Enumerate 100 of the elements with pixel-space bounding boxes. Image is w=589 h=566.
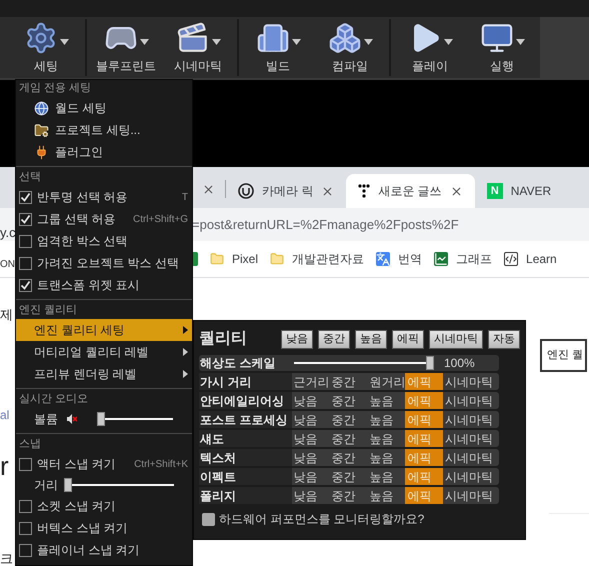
toolbar-icon: [256, 21, 290, 55]
preset-button[interactable]: 낮음: [281, 330, 313, 348]
address-text[interactable]: =post&returnURL=%2Fmanage%2Fposts%2F: [192, 214, 459, 234]
menu-label[interactable]: 플레이너 스냅 켜기: [37, 541, 140, 559]
menu-icon: [34, 100, 49, 116]
shortcut-text: Ctrl+Shift+K: [134, 458, 188, 472]
slider-thumb[interactable]: [426, 356, 434, 370]
quality-option[interactable]: 시네마틱: [443, 411, 499, 428]
toolbar-button[interactable]: 플레이: [394, 17, 466, 78]
quality-option[interactable]: 시네마틱: [443, 392, 499, 409]
preset-button[interactable]: 자동: [488, 330, 520, 348]
checkbox[interactable]: [202, 512, 215, 526]
quality-option[interactable]: 중간: [330, 392, 368, 409]
engine-quality-button[interactable]: 엔진 퀄: [540, 339, 588, 372]
slider[interactable]: [294, 356, 434, 370]
checkbox[interactable]: [19, 522, 32, 534]
quality-option[interactable]: 높음: [367, 411, 406, 428]
quality-option[interactable]: 높음: [367, 449, 406, 466]
quality-option[interactable]: 중간: [330, 487, 368, 504]
checkbox[interactable]: [19, 278, 32, 292]
quality-option[interactable]: 높음: [367, 468, 406, 485]
quality-option[interactable]: 낮음: [292, 430, 330, 447]
section-heading: 게임 전용 세팅: [19, 81, 92, 96]
quality-option[interactable]: 낮음: [292, 449, 330, 466]
menu-label[interactable]: 트랜스폼 위젯 표시: [37, 276, 140, 294]
quality-option[interactable]: 높음: [367, 487, 406, 504]
section-heading: 선택: [19, 170, 41, 186]
quality-option[interactable]: 낮음: [292, 468, 330, 485]
quality-option[interactable]: 낮음: [292, 487, 330, 504]
bookmark[interactable]: Learn: [504, 250, 557, 268]
code-icon: [504, 252, 518, 266]
muted-speaker-icon[interactable]: [67, 414, 77, 424]
quality-option[interactable]: 높음: [367, 430, 406, 447]
menu-label[interactable]: 엄격한 박스 선택: [37, 232, 128, 250]
checkbox[interactable]: [19, 234, 32, 248]
tab-title: NAVER: [510, 183, 552, 200]
close-icon[interactable]: [202, 183, 215, 196]
checkbox[interactable]: [19, 500, 32, 512]
menu-item[interactable]: 프로젝트 세팅...: [16, 119, 192, 141]
quality-option[interactable]: 시네마틱: [443, 449, 499, 466]
quality-option[interactable]: 높음: [367, 392, 406, 409]
menu-item[interactable]: 프리뷰 렌더링 레벨: [16, 363, 192, 385]
preset-button[interactable]: 에픽: [392, 330, 424, 348]
row-label: 포스트 프로세싱: [199, 411, 292, 428]
quality-option[interactable]: 중간: [330, 411, 368, 428]
menu-item[interactable]: 플러그인: [16, 141, 192, 163]
section-heading: 실시간 오디오: [19, 392, 88, 408]
menu-label[interactable]: 버텍스 스냅 켜기: [37, 519, 128, 537]
close-icon[interactable]: [450, 184, 463, 198]
menu-label[interactable]: 반투명 선택 허용: [37, 188, 128, 206]
menu-item[interactable]: 월드 세팅: [16, 97, 192, 119]
bookmark[interactable]: 그래프: [434, 250, 492, 268]
menu-item[interactable]: 머티리얼 퀄리티 레벨: [16, 341, 192, 363]
menu-label[interactable]: 소켓 스냅 켜기: [37, 497, 116, 515]
checkbox[interactable]: [19, 212, 32, 226]
quality-option[interactable]: 중간: [330, 468, 368, 485]
toolbar-button[interactable]: 컴파일: [314, 17, 386, 78]
quality-option[interactable]: 중간: [330, 373, 368, 390]
preset-button[interactable]: 시네마틱: [429, 330, 483, 348]
slider[interactable]: [64, 478, 174, 492]
browser-tab[interactable]: 카메라 릭: [226, 174, 346, 208]
quality-option[interactable]: 낮음: [292, 411, 330, 428]
menu-item[interactable]: 엔진 퀄리티 세팅: [16, 319, 192, 341]
toolbar-button[interactable]: 세팅: [10, 17, 82, 78]
preset-button[interactable]: 높음: [355, 330, 387, 348]
checkbox[interactable]: [19, 256, 32, 270]
quality-option[interactable]: 시네마틱: [443, 468, 499, 485]
arrow-right-icon: [183, 326, 188, 334]
browser-tab[interactable]: 새로운 글쓰: [346, 174, 475, 208]
checkbox[interactable]: [19, 458, 32, 470]
slider-thumb[interactable]: [97, 412, 105, 426]
slider-thumb[interactable]: [64, 478, 72, 492]
browser-tab[interactable]: N NAVER: [474, 174, 564, 208]
slider[interactable]: [97, 412, 173, 426]
bookmark[interactable]: 개발관련자료: [270, 250, 364, 268]
toolbar-button[interactable]: 빌드: [242, 17, 314, 78]
quality-option[interactable]: 중간: [330, 430, 368, 447]
bookmark[interactable]: 번역: [376, 250, 422, 268]
quality-option[interactable]: 시네마틱: [443, 373, 499, 390]
row-label: 가시 거리: [199, 373, 292, 390]
bookmark[interactable]: Pixel: [210, 250, 258, 268]
menu-label[interactable]: 액터 스냅 켜기: [37, 455, 116, 473]
menu-label[interactable]: 가려진 오브젝트 박스 선택: [37, 254, 180, 272]
toolbar-button[interactable]: 실행: [466, 17, 538, 78]
menu-label[interactable]: 그룹 선택 허용: [37, 210, 116, 228]
quality-option[interactable]: 시네마틱: [443, 487, 499, 504]
toolbar-button[interactable]: 블루프린트: [90, 17, 162, 78]
checkbox[interactable]: [19, 190, 32, 204]
quality-option[interactable]: 시네마틱: [443, 430, 499, 447]
quality-option[interactable]: 낮음: [292, 392, 330, 409]
toolbar-button[interactable]: 시네마틱: [162, 17, 234, 78]
quality-option[interactable]: 원거리: [367, 373, 406, 390]
preset-button[interactable]: 중간: [318, 330, 350, 348]
page-text: y.c: [0, 225, 15, 240]
quality-option[interactable]: 근거리: [292, 373, 330, 390]
page-text: 제: [0, 307, 13, 322]
menu-label: 볼륨: [34, 411, 59, 428]
checkbox[interactable]: [19, 544, 32, 556]
quality-option[interactable]: 중간: [330, 449, 368, 466]
close-icon[interactable]: [321, 184, 334, 198]
